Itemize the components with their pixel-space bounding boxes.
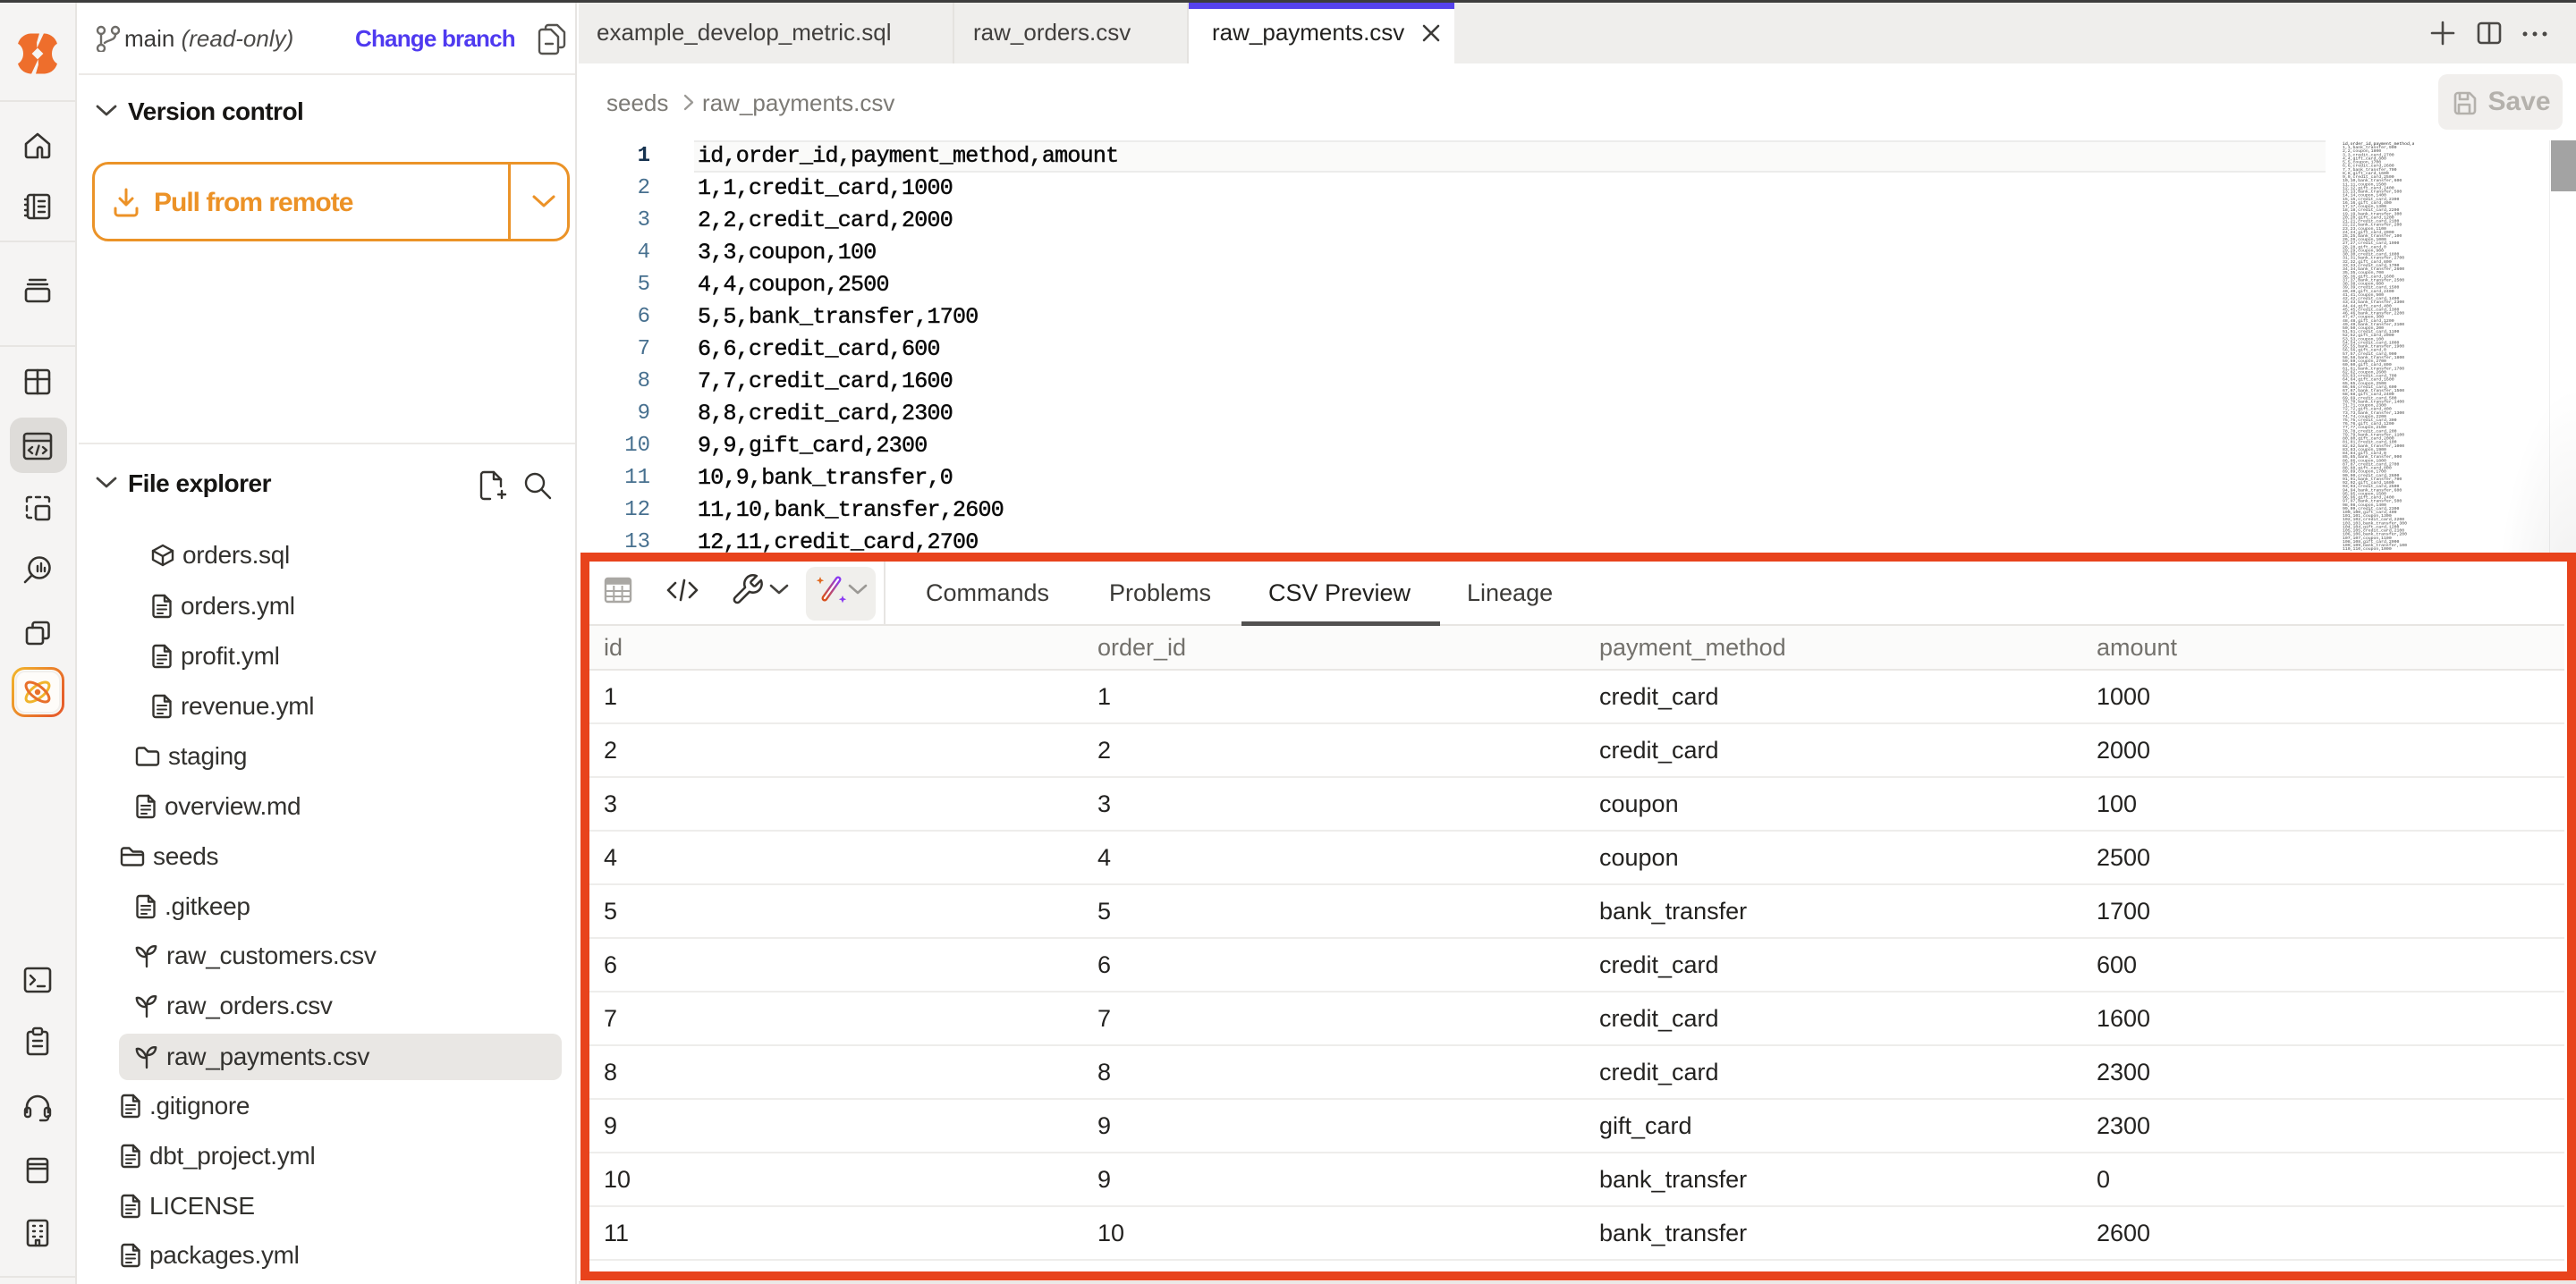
svg-text:110,110,coupon,1000: 110,110,coupon,1000 [2343,546,2392,552]
